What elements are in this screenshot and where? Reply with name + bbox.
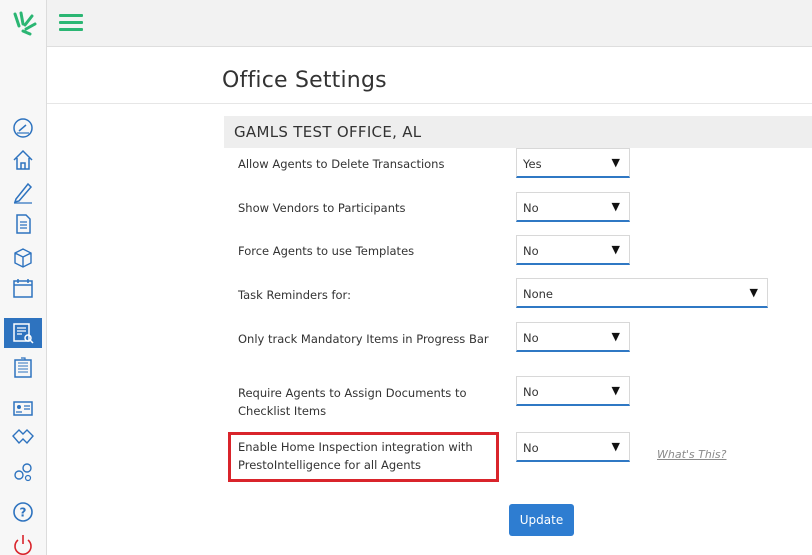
title-divider	[47, 103, 812, 104]
select-delete-transactions[interactable]: Yes ▼	[516, 148, 630, 178]
select-assign-documents[interactable]: No ▼	[516, 376, 630, 406]
office-header: GAMLS TEST OFFICE, AL	[224, 116, 812, 148]
whats-this-link[interactable]: What's This?	[657, 448, 726, 461]
caret-down-icon: ▼	[611, 200, 620, 213]
setting-label-home-inspection: Enable Home Inspection integration with …	[238, 440, 473, 472]
setting-label-task-reminders: Task Reminders for:	[238, 288, 351, 302]
select-mandatory-items[interactable]: No ▼	[516, 322, 630, 352]
menu-toggle-icon[interactable]	[59, 14, 83, 32]
caret-down-icon: ▼	[611, 156, 620, 169]
setting-label-show-vendors: Show Vendors to Participants	[238, 201, 406, 215]
gears-icon[interactable]	[6, 458, 40, 486]
document-icon[interactable]	[6, 210, 40, 238]
box-icon[interactable]	[6, 242, 40, 270]
office-name: GAMLS TEST OFFICE, AL	[234, 123, 422, 141]
select-value: Yes	[523, 157, 542, 171]
page-title: Office Settings	[222, 68, 387, 93]
caret-down-icon: ▼	[749, 286, 758, 299]
select-value: No	[523, 331, 539, 345]
select-value: None	[523, 287, 554, 301]
pen-icon[interactable]	[6, 178, 40, 206]
help-icon[interactable]: ?	[6, 498, 40, 526]
setting-label-force-templates: Force Agents to use Templates	[238, 244, 415, 258]
top-bar	[47, 0, 812, 47]
select-value: No	[523, 385, 539, 399]
select-show-vendors[interactable]: No ▼	[516, 192, 630, 222]
report-search-icon[interactable]	[4, 318, 42, 348]
setting-label-mandatory-items: Only track Mandatory Items in Progress B…	[238, 332, 489, 346]
caret-down-icon: ▼	[611, 440, 620, 453]
contact-card-icon[interactable]	[6, 394, 40, 422]
caret-down-icon: ▼	[611, 243, 620, 256]
setting-label-delete-transactions: Allow Agents to Delete Transactions	[238, 157, 445, 171]
select-value: No	[523, 441, 539, 455]
handshake-icon[interactable]	[6, 424, 40, 452]
sidebar: ?	[0, 0, 47, 555]
home-icon[interactable]	[6, 146, 40, 174]
logo-icon[interactable]	[8, 8, 40, 40]
svg-text:?: ?	[20, 506, 27, 520]
select-force-templates[interactable]: No ▼	[516, 235, 630, 265]
setting-label-assign-documents: Require Agents to Assign Documents to Ch…	[238, 386, 467, 418]
update-button[interactable]: Update	[509, 504, 574, 536]
caret-down-icon: ▼	[611, 330, 620, 343]
select-home-inspection[interactable]: No ▼	[516, 432, 630, 462]
select-value: No	[523, 244, 539, 258]
speedometer-icon[interactable]	[6, 114, 40, 142]
caret-down-icon: ▼	[611, 384, 620, 397]
power-icon[interactable]	[6, 530, 40, 555]
select-value: No	[523, 201, 539, 215]
select-task-reminders[interactable]: None ▼	[516, 278, 768, 308]
calendar-icon[interactable]	[6, 274, 40, 302]
office-building-icon[interactable]	[6, 354, 40, 382]
